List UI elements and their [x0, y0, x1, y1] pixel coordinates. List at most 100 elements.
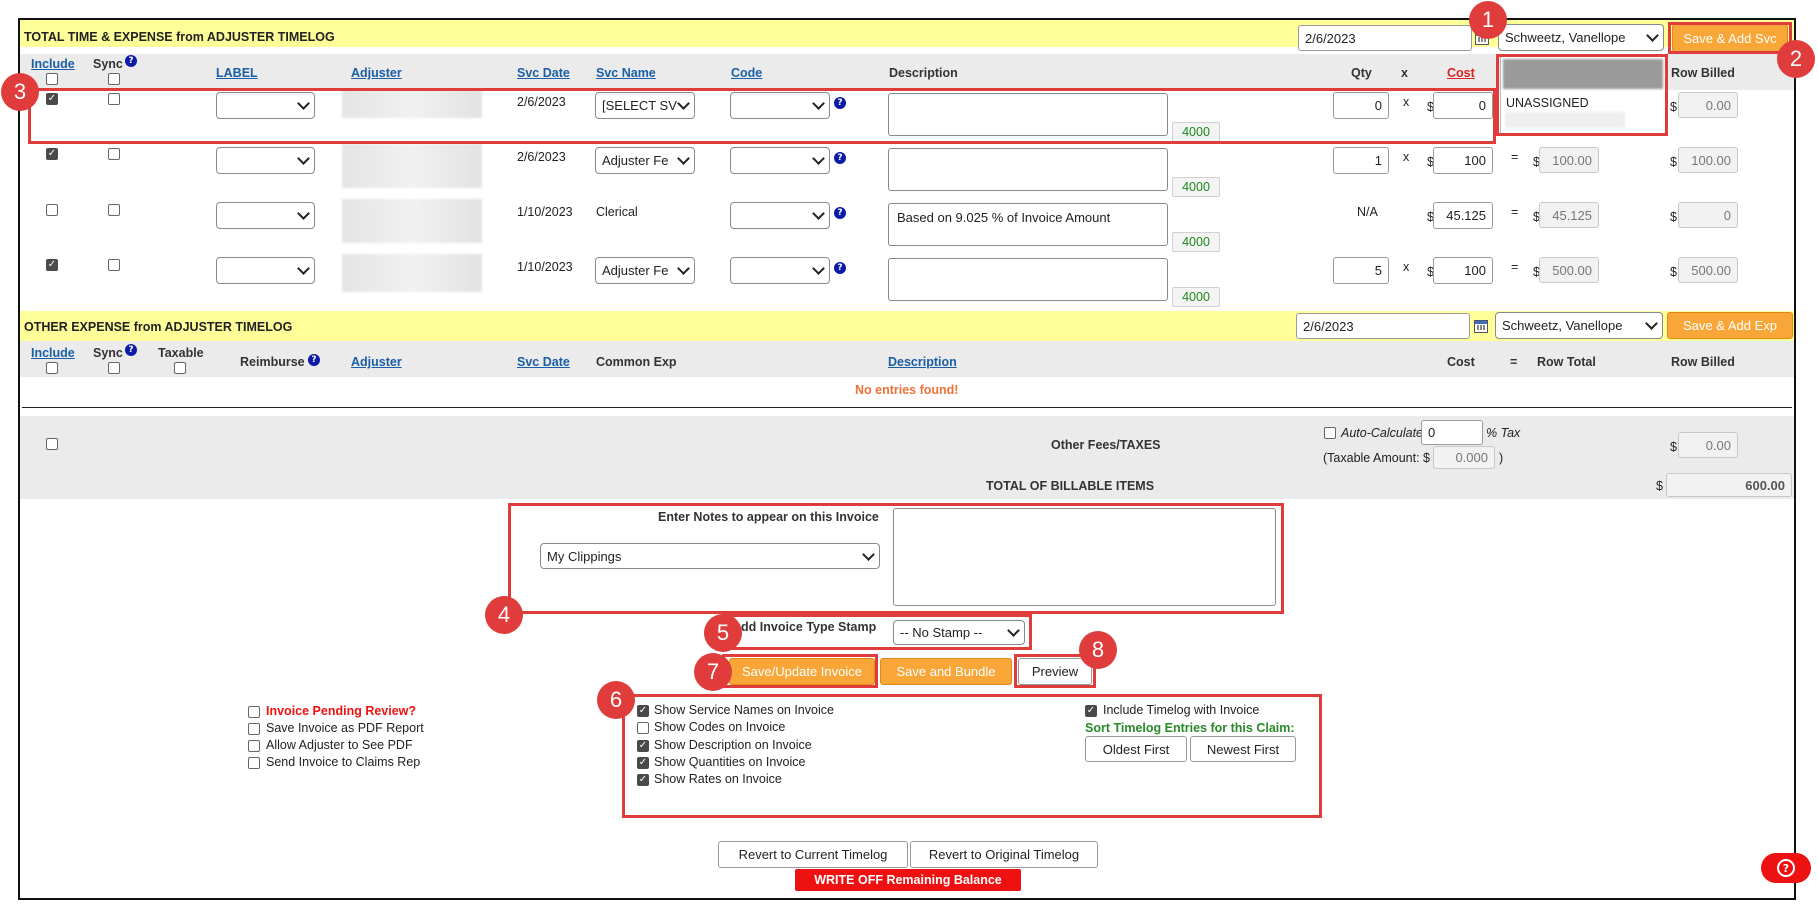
row-total-input: 100.00 [1539, 147, 1599, 173]
send-claims-rep-checkbox[interactable] [248, 757, 260, 769]
write-off-button[interactable]: WRITE OFF Remaining Balance [795, 869, 1021, 891]
row-qty-input[interactable]: 1 [1333, 147, 1389, 174]
revert-original-button[interactable]: Revert to Original Timelog [910, 841, 1098, 868]
taxable-amount-input: 0.000 [1433, 446, 1495, 469]
row-code-tag: 4000 [1172, 232, 1220, 252]
exp-header-row-total: Row Total [1537, 355, 1596, 369]
pending-review-checkbox[interactable] [248, 706, 260, 718]
row-code-select[interactable] [730, 147, 830, 174]
row-description-input[interactable]: Based on 9.025 % of Invoice Amount [888, 203, 1168, 246]
save-add-exp-button[interactable]: Save & Add Exp [1667, 312, 1793, 339]
section-divider [22, 407, 1792, 408]
exp-date-field[interactable]: 2/6/2023 [1296, 313, 1470, 339]
row-cost-input[interactable]: 100 [1433, 257, 1493, 284]
row-adjuster-redacted [342, 199, 482, 243]
header-code[interactable]: Code [731, 66, 762, 80]
exp-header-adjuster[interactable]: Adjuster [351, 355, 402, 369]
row-adjuster-redacted [342, 254, 482, 292]
help-icon[interactable]: ? [125, 344, 137, 356]
row-svc-name-select[interactable]: Adjuster Fe [595, 257, 695, 284]
help-icon[interactable]: ? [125, 55, 137, 67]
row-description-input[interactable] [888, 148, 1168, 191]
pending-review-label[interactable]: Invoice Pending Review? [266, 704, 416, 718]
exp-header-description[interactable]: Description [888, 355, 957, 369]
exp-header-reimburse: Reimburse [240, 355, 305, 369]
row-cost-input[interactable]: 100 [1433, 147, 1493, 174]
exp-header-svc-date[interactable]: Svc Date [517, 355, 570, 369]
svc-adjuster-select[interactable]: Schweetz, Vanellope [1498, 24, 1664, 51]
allow-adjuster-pdf-checkbox[interactable] [248, 740, 260, 752]
exp-include-all-checkbox[interactable] [46, 362, 58, 374]
row-include-checkbox[interactable] [46, 148, 58, 160]
header-adjuster[interactable]: Adjuster [351, 66, 402, 80]
row-billed-dollar: $ [1670, 100, 1677, 114]
save-and-bundle-button[interactable]: Save and Bundle [880, 658, 1012, 685]
calendar-icon[interactable] [1474, 320, 1488, 333]
exp-header-include[interactable]: Include [31, 346, 75, 360]
row-billed-dollar: $ [1670, 155, 1677, 169]
header-qty: Qty [1351, 66, 1372, 80]
help-chat-button[interactable]: ? [1761, 853, 1811, 883]
fee-dollar: $ [1670, 440, 1677, 454]
row-svc-name-text: Clerical [596, 205, 638, 219]
row-svc-date: 1/10/2023 [517, 205, 573, 219]
row-sync-checkbox[interactable] [108, 259, 120, 271]
row-label-select[interactable] [216, 147, 315, 174]
auto-calculate-checkbox[interactable] [1324, 427, 1336, 439]
row-label-select[interactable] [216, 202, 315, 229]
header-cost[interactable]: Cost [1447, 66, 1475, 80]
callout-badge-3: 3 [1, 73, 39, 111]
row-code-tag: 4000 [1172, 177, 1220, 197]
header-sync: Sync [93, 57, 123, 71]
exp-taxable-all-checkbox[interactable] [174, 362, 186, 374]
chevron-down-icon [812, 152, 825, 165]
callout-box-4 [508, 503, 1284, 614]
help-icon[interactable]: ? [308, 354, 320, 366]
row-x: x [1403, 260, 1410, 274]
exp-sync-all-checkbox[interactable] [108, 362, 120, 374]
include-all-checkbox[interactable] [46, 73, 58, 85]
row-label-select[interactable] [216, 257, 315, 284]
chevron-down-icon [297, 207, 310, 220]
save-pdf-checkbox[interactable] [248, 723, 260, 735]
header-label[interactable]: LABEL [216, 66, 258, 80]
save-pdf-label[interactable]: Save Invoice as PDF Report [266, 721, 424, 735]
tax-percent-input[interactable]: 0 [1421, 420, 1483, 445]
row-sync-checkbox[interactable] [108, 148, 120, 160]
callout-box-3 [28, 88, 1496, 144]
svc-date-field[interactable]: 2/6/2023 [1298, 25, 1472, 51]
svc-adjuster-value: Schweetz, Vanellope [1505, 30, 1626, 45]
fees-include-checkbox[interactable] [46, 438, 58, 450]
exp-adjuster-value: Schweetz, Vanellope [1502, 318, 1623, 333]
row-qty-input[interactable]: 5 [1333, 257, 1389, 284]
exp-adjuster-select[interactable]: Schweetz, Vanellope [1495, 312, 1663, 339]
fee-value-input: 0.00 [1678, 432, 1738, 458]
svc-section-title: TOTAL TIME & EXPENSE from ADJUSTER TIMEL… [24, 30, 335, 44]
callout-badge-1: 1 [1469, 1, 1507, 39]
row-x: x [1403, 150, 1410, 164]
header-include[interactable]: Include [31, 57, 75, 71]
row-description-input[interactable] [888, 258, 1168, 301]
help-icon[interactable]: ? [834, 262, 846, 274]
row-sync-checkbox[interactable] [108, 204, 120, 216]
row-include-checkbox[interactable] [46, 259, 58, 271]
allow-adjuster-pdf-label[interactable]: Allow Adjuster to See PDF [266, 738, 413, 752]
revert-current-button[interactable]: Revert to Current Timelog [718, 841, 908, 868]
exp-header-row-billed: Row Billed [1671, 355, 1735, 369]
chevron-down-icon [1645, 317, 1658, 330]
header-svc-date[interactable]: Svc Date [517, 66, 570, 80]
help-icon[interactable]: ? [834, 207, 846, 219]
row-cost-input[interactable]: 45.125 [1433, 202, 1493, 229]
chevron-down-icon [812, 262, 825, 275]
help-icon[interactable]: ? [834, 152, 846, 164]
row-total-input: 45.125 [1539, 202, 1599, 228]
row-include-checkbox[interactable] [46, 204, 58, 216]
row-svc-name-select[interactable]: Adjuster Fe [595, 147, 695, 174]
sync-all-checkbox[interactable] [108, 73, 120, 85]
header-svc-name[interactable]: Svc Name [596, 66, 656, 80]
row-code-select[interactable] [730, 202, 830, 229]
row-code-select[interactable] [730, 257, 830, 284]
send-claims-rep-label[interactable]: Send Invoice to Claims Rep [266, 755, 420, 769]
row-svc-name-value: Adjuster Fe [602, 263, 669, 278]
fees-block [20, 416, 1794, 499]
